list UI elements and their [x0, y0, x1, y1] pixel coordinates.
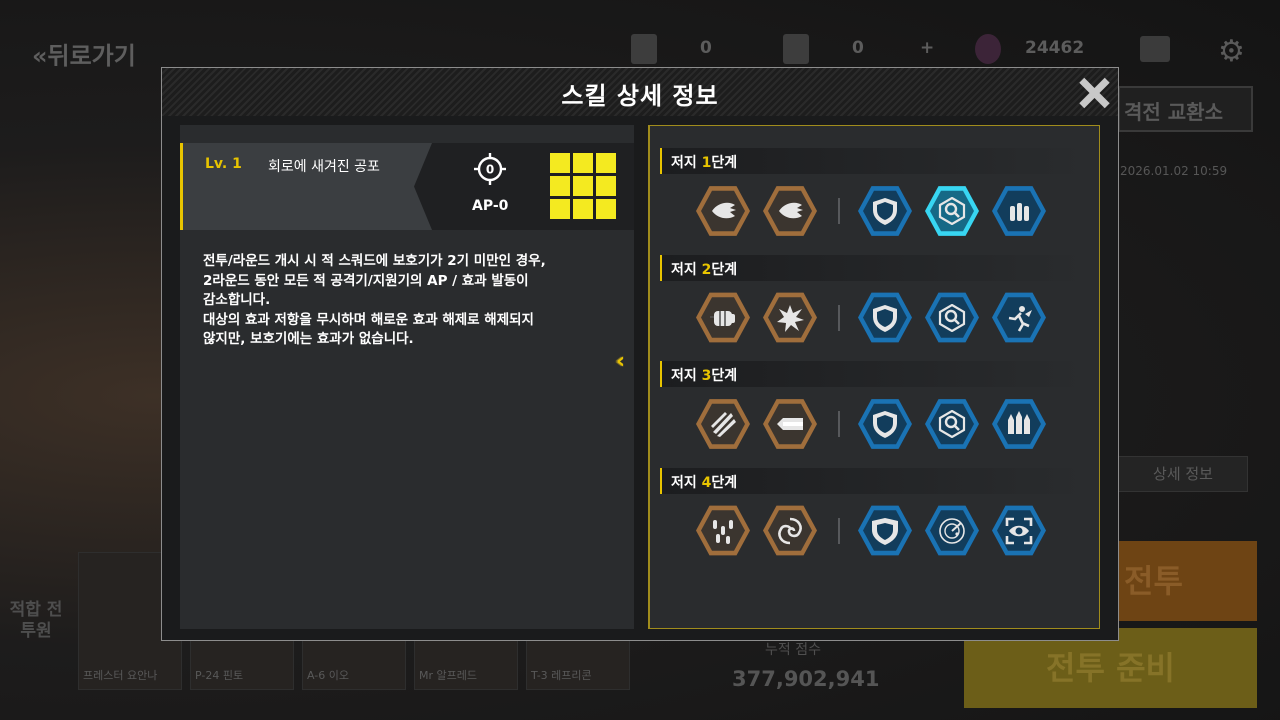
- stage-header: 저지 3단계: [660, 361, 1090, 387]
- ap-cost: AP-0: [472, 198, 509, 214]
- magnifier-badge-icon[interactable]: [925, 292, 979, 343]
- score-label: 누적 점수: [765, 642, 821, 658]
- stage-header: 저지 4단계: [660, 467, 1090, 494]
- fighter-name: T-3 레프리콘: [531, 669, 592, 682]
- stage-title-prefix: 저지: [671, 368, 702, 384]
- detail-button: 상세 정보: [1118, 456, 1248, 492]
- skill-level: Lv. 1: [205, 156, 242, 172]
- icon-group-divider: [838, 517, 840, 544]
- skill-info-panel: Lv. 1 회로에 새겨진 공포 0 AP-0 전투/라운드 개시 시 적 스쿼…: [180, 125, 634, 629]
- description-line: 대상의 효과 저항을 무시하며 해로운 효과 해제로 해제되지: [203, 311, 534, 328]
- fighter-name: P-24 핀토: [195, 669, 244, 682]
- icon-group-divider: [838, 304, 840, 331]
- battle-button: 전투: [1118, 541, 1257, 621]
- stage-number: 3: [701, 368, 712, 384]
- feather-burst-icon[interactable]: [696, 186, 750, 236]
- skill-header: Lv. 1 회로에 새겨진 공포 0 AP-0: [180, 143, 634, 230]
- resource-count-3: 24462: [1025, 38, 1085, 58]
- resource-count-2: 0: [852, 38, 864, 58]
- bullet-rain-icon[interactable]: [696, 505, 750, 556]
- score-value: 377,902,941: [732, 667, 880, 691]
- explosion-icon[interactable]: [763, 292, 817, 343]
- stage-title-prefix: 저지: [671, 474, 702, 491]
- stage-number: 4: [701, 474, 712, 491]
- stage-title-prefix: 저지: [671, 261, 702, 278]
- description-line: 전투/라운드 개시 시 적 스쿼드에 보호기가 2기 미만인 경우,: [203, 253, 546, 269]
- crystal-icon: [975, 34, 1001, 64]
- clapperboard-icon: [1140, 36, 1170, 62]
- back-label: 뒤로가기: [47, 42, 136, 70]
- stage-title: 저지 2단계: [671, 259, 737, 279]
- modal-header: 스킬 상세 정보: [162, 68, 1118, 116]
- stage-list-panel: 저지 1단계 저지 2단계 저지 3단계 저지 4단계: [648, 125, 1100, 629]
- stage-title-suffix: 단계: [711, 368, 738, 384]
- skill-name: 회로에 새겨진 공포: [268, 159, 380, 175]
- skill-description: 전투/라운드 개시 시 적 스쿼드에 보호기가 2기 미만인 경우, 2라운드 …: [203, 252, 613, 350]
- fist-icon[interactable]: [696, 292, 750, 343]
- icon-group-divider: [838, 411, 840, 437]
- shield-icon[interactable]: [858, 399, 912, 449]
- description-line: 감소합니다.: [203, 292, 271, 308]
- back-button: «뒤로가기: [32, 36, 136, 71]
- vortex-icon[interactable]: [763, 505, 817, 556]
- description-line: 않지만, 보호기에는 효과가 없습니다.: [203, 331, 414, 347]
- exchange-button: 격전 교환소: [1118, 86, 1253, 132]
- description-line: 2라운드 동안 모든 적 공격기/지원기의 AP / 효과 발동이: [203, 272, 529, 289]
- double-chevron-left-icon: ‹‹‹: [614, 349, 626, 374]
- target-eye-icon[interactable]: [992, 505, 1046, 556]
- winged-runner-icon[interactable]: [992, 292, 1046, 343]
- stage-header: 저지 1단계: [660, 148, 1090, 174]
- stage-title: 저지 3단계: [671, 365, 737, 385]
- missile-launch-icon[interactable]: [992, 399, 1046, 449]
- shield-icon[interactable]: [858, 292, 912, 343]
- chevron-left-icon: «: [32, 42, 48, 70]
- stage-title-suffix: 단계: [711, 261, 738, 278]
- crosshair-icon: 0: [474, 153, 506, 185]
- background-date: 2026.01.02 10:59: [1120, 164, 1228, 178]
- target-range-value: 0: [486, 163, 494, 177]
- stage-title-prefix: 저지: [671, 155, 702, 171]
- stage-icons-row: [696, 504, 1056, 560]
- modal-title: 스킬 상세 정보: [561, 82, 719, 110]
- magnifier-badge-icon[interactable]: [925, 399, 979, 449]
- claw-slash-icon[interactable]: [696, 399, 750, 449]
- stage-icons-row: [696, 184, 1056, 240]
- resource-count-1: 0: [700, 38, 712, 58]
- stage-title: 저지 1단계: [671, 152, 737, 172]
- beam-icon[interactable]: [763, 399, 817, 449]
- gear-icon: ⚙: [1218, 34, 1245, 69]
- skill-detail-modal: 스킬 상세 정보 Lv. 1 회로에 새겨진 공포 0 AP-0 전투/라운드 …: [161, 67, 1119, 641]
- ammo-icon[interactable]: [992, 186, 1046, 236]
- radar-icon[interactable]: [925, 505, 979, 556]
- fighter-name: Mr 알프레드: [419, 669, 477, 682]
- stage-title: 저지 4단계: [671, 472, 737, 492]
- fighter-name: A-6 이오: [307, 669, 349, 682]
- shield-icon[interactable]: [858, 186, 912, 236]
- area-grid-icon: [550, 153, 616, 219]
- stage-number: 2: [701, 261, 712, 278]
- feather-burst-icon[interactable]: [763, 186, 817, 236]
- icon-group-divider: [838, 198, 840, 224]
- fit-fighters-label: 적합 전투원: [9, 600, 63, 641]
- stage-title-suffix: 단계: [711, 155, 738, 171]
- plus-icon: +: [920, 38, 935, 58]
- stage-number: 1: [701, 155, 712, 171]
- stage-header: 저지 2단계: [660, 254, 1090, 281]
- ticket-icon: [783, 34, 809, 64]
- stage-icons-row: [696, 291, 1056, 347]
- magnifier-badge-icon[interactable]: [925, 186, 979, 236]
- fighter-name: 프레스터 요안나: [83, 669, 158, 682]
- close-icon[interactable]: [1078, 77, 1110, 109]
- stage-icons-row: [696, 397, 1056, 453]
- stage-title-suffix: 단계: [711, 474, 738, 491]
- crest-shield-icon[interactable]: [858, 505, 912, 556]
- ticket-icon: [631, 34, 657, 64]
